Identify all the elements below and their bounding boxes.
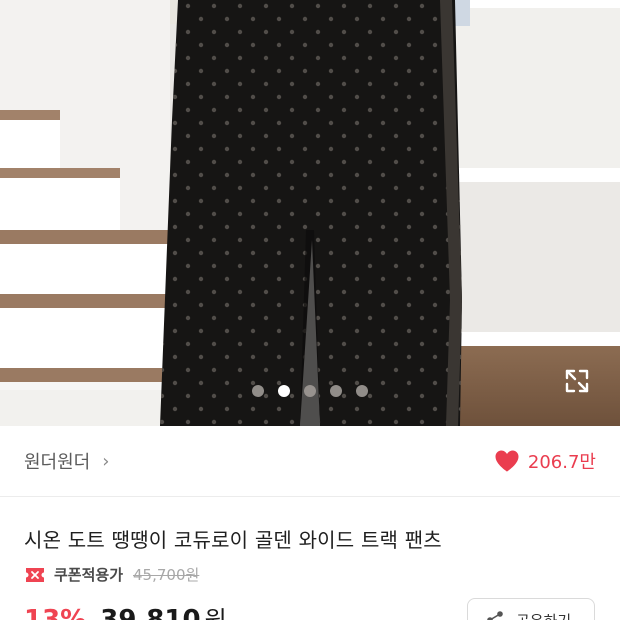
like-count: 206.7만 xyxy=(527,452,596,473)
carousel-dot[interactable] xyxy=(330,385,342,397)
sale-price: 39,810 xyxy=(100,605,201,620)
currency-unit: 원 xyxy=(204,606,227,620)
share-label: 공유하기 xyxy=(516,610,571,620)
coupon-icon xyxy=(26,567,44,582)
product-photo xyxy=(0,0,620,426)
product-title: 시온 도트 땡땡이 코듀로이 골덴 와이드 트랙 팬츠 xyxy=(24,528,442,552)
carousel-dot[interactable] xyxy=(304,385,316,397)
carousel-dot[interactable] xyxy=(356,385,368,397)
brand-row: 원더원더 › 206.7만 xyxy=(0,426,620,496)
divider xyxy=(0,496,620,497)
product-image-carousel[interactable] xyxy=(0,0,620,426)
carousel-indicator xyxy=(0,385,620,397)
share-button[interactable]: 공유하기 xyxy=(467,598,595,620)
fullscreen-expand-icon[interactable] xyxy=(560,364,594,398)
sale-price-row: 13% 39,810 원 xyxy=(24,600,227,620)
coupon-price-row: 쿠폰적용가 45,700원 xyxy=(24,564,199,585)
like-button[interactable]: 206.7만 xyxy=(494,448,596,474)
brand-name: 원더원더 xyxy=(24,452,91,473)
original-price: 45,700원 xyxy=(133,566,200,584)
carousel-dot-active[interactable] xyxy=(278,385,290,397)
discount-rate: 13% xyxy=(24,605,87,620)
share-icon xyxy=(487,611,503,620)
carousel-dot[interactable] xyxy=(252,385,264,397)
heart-icon xyxy=(495,450,519,472)
coupon-label: 쿠폰적용가 xyxy=(54,566,124,584)
brand-link[interactable]: 원더원더 › xyxy=(24,448,109,474)
chevron-right-icon: › xyxy=(102,450,110,472)
